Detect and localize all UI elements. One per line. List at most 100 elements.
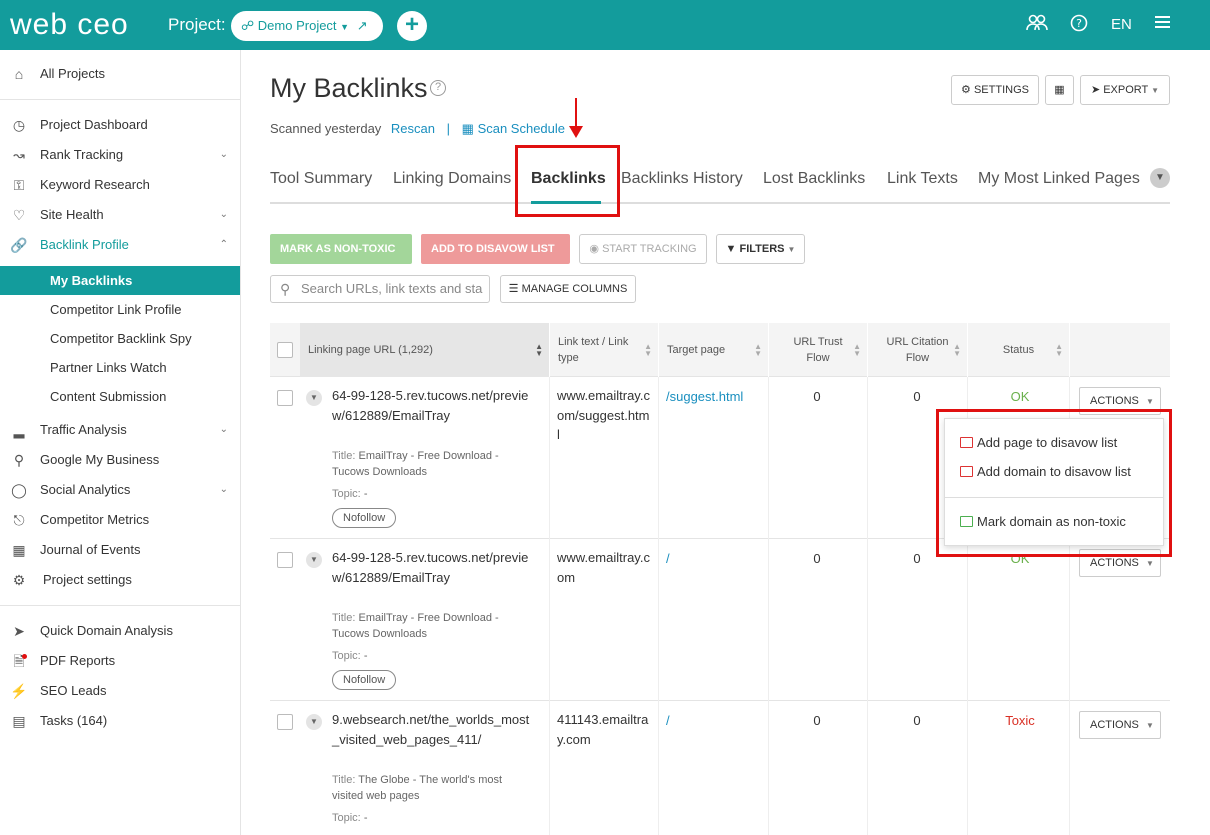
notification-dot [22, 654, 27, 659]
sidebar-item-project-settings[interactable]: ⚙ Project settings [0, 565, 240, 595]
add-to-disavow-button[interactable]: ADD TO DISAVOW LIST ▼ [421, 234, 570, 284]
actions-label: ACTIONS [1090, 557, 1139, 569]
citation-flow-value: 0 [913, 713, 921, 728]
users-icon[interactable] [1026, 14, 1048, 37]
mark-non-toxic-button[interactable]: MARK AS NON-TOXIC [270, 234, 412, 264]
topic-meta: Topic: - [332, 648, 522, 664]
column-header-status[interactable]: Status ▲ ▼ [968, 323, 1070, 377]
binoculars-icon: ⎋ [13, 512, 25, 528]
sidebar-item-all-projects[interactable]: ⌂ All Projects [0, 59, 240, 89]
chevron-down-icon: ⌄ [219, 149, 228, 160]
calendar-icon: ▦ [461, 121, 474, 136]
column-header-linking-page-url[interactable]: Linking page URL (1,292) ▲ ▼ [300, 323, 550, 377]
schedule-calendar-button[interactable]: ▦ [1045, 75, 1074, 105]
sidebar-item-traffic-analysis[interactable]: ▂ Traffic Analysis ⌄ [0, 415, 240, 445]
filters-button[interactable]: ▼ FILTERS ▼ [716, 234, 805, 264]
webceo-logo[interactable]: web ceo [10, 8, 129, 42]
sidebar-item-seo-leads[interactable]: ⚡ SEO Leads [0, 676, 240, 706]
sidebar-sub-partner-links-watch[interactable]: Partner Links Watch [0, 353, 240, 382]
manage-columns-label: MANAGE COLUMNS [521, 283, 628, 295]
annotation-box-dropdown [936, 409, 1172, 557]
sidebar-item-keyword-research[interactable]: ⚿ Keyword Research [0, 170, 240, 200]
status-badge: Toxic [1005, 713, 1035, 728]
page-title-meta: Title: The Globe - The world's most visi… [332, 772, 522, 804]
tab-my-most-linked-pages[interactable]: My Most Linked Pages [978, 170, 1140, 188]
column-header-trust-flow[interactable]: URL Trust Flow ▲ ▼ [769, 323, 868, 377]
settings-button[interactable]: ⚙ SETTINGS [951, 75, 1039, 105]
tasks-icon: ▤ [12, 713, 26, 729]
start-tracking-button[interactable]: ◉ START TRACKING [579, 234, 707, 264]
chevron-up-icon: ⌃ [219, 239, 228, 250]
target-page-link[interactable]: / [666, 551, 670, 566]
sidebar-sub-content-submission[interactable]: Content Submission [0, 382, 240, 411]
sidebar-item-site-health[interactable]: ♡ Site Health ⌄ [0, 200, 240, 230]
expand-row-chevron-icon[interactable]: ▼ [306, 714, 322, 730]
sidebar-item-label: Tasks (164) [40, 713, 108, 728]
sidebar-item-pdf-reports[interactable]: 🗎 PDF Reports [0, 646, 240, 676]
tabs-more-chevron-icon[interactable]: ▼ [1150, 168, 1170, 188]
linking-page-url[interactable]: 9.websearch.net/the_worlds_most_visited_… [332, 710, 532, 749]
sidebar-item-project-dashboard[interactable]: ◷ Project Dashboard [0, 110, 240, 140]
linking-page-url[interactable]: 64-99-128-5.rev.tucows.net/preview/61288… [332, 386, 532, 425]
sort-icon: ▲ ▼ [953, 342, 961, 358]
nofollow-badge: Nofollow [332, 670, 397, 690]
sidebar-item-social-analytics[interactable]: ◯ Social Analytics ⌄ [0, 475, 240, 505]
tab-linking-domains[interactable]: Linking Domains [393, 170, 511, 188]
sidebar-item-google-my-business[interactable]: ⚲ Google My Business [0, 445, 240, 475]
manage-columns-button[interactable]: ☰ MANAGE COLUMNS [500, 275, 636, 303]
column-header-link-text[interactable]: Link text / Link type ▲ ▼ [550, 323, 659, 377]
tab-link-texts[interactable]: Link Texts [887, 170, 958, 188]
actions-button[interactable]: ACTIONS ▼ [1079, 711, 1161, 739]
link-text: www.emailtray.com/suggest.html [557, 388, 650, 442]
annotation-arrow-head [569, 126, 583, 138]
topic-label: Topic: [332, 812, 361, 824]
language-selector[interactable]: EN [1111, 16, 1132, 33]
sidebar-divider [0, 99, 240, 100]
home-icon: ⌂ [14, 66, 24, 82]
trust-flow-value: 0 [813, 389, 821, 404]
tab-tool-summary[interactable]: Tool Summary [270, 170, 372, 188]
sidebar-item-backlink-profile[interactable]: 🔗 Backlink Profile ⌃ [0, 230, 240, 260]
column-header-target-page[interactable]: Target page ▲ ▼ [659, 323, 769, 377]
scan-schedule-link[interactable]: Scan Schedule [478, 121, 565, 136]
export-button[interactable]: ➤ EXPORT ▼ [1080, 75, 1170, 105]
select-all-checkbox[interactable] [277, 342, 293, 358]
sidebar-item-quick-domain-analysis[interactable]: ➤ Quick Domain Analysis [0, 616, 240, 646]
search-icon: ⚲ [280, 281, 291, 297]
sidebar-item-tasks[interactable]: ▤ Tasks (164) [0, 706, 240, 736]
column-header-citation-flow[interactable]: URL Citation Flow ▲ ▼ [868, 323, 968, 377]
sort-icon: ▲ ▼ [754, 342, 762, 358]
nofollow-badge: Nofollow [332, 508, 397, 528]
pdf-icon: 🗎 [10, 646, 28, 676]
expand-row-chevron-icon[interactable]: ▼ [306, 552, 322, 568]
project-selector[interactable]: ☍ Demo Project ▼ ↗ [231, 11, 383, 41]
key-icon: ⚿ [13, 177, 25, 193]
row-checkbox[interactable] [277, 552, 293, 568]
sidebar-item-rank-tracking[interactable]: ↝ Rank Tracking ⌄ [0, 140, 240, 170]
sidebar-item-competitor-metrics[interactable]: ⎋ Competitor Metrics [0, 505, 240, 535]
sidebar-item-label: PDF Reports [40, 653, 116, 668]
rescan-link[interactable]: Rescan [391, 121, 435, 136]
target-page-link[interactable]: / [666, 713, 670, 728]
sidebar-item-label: Quick Domain Analysis [40, 623, 173, 638]
sidebar-sub-competitor-backlink-spy[interactable]: Competitor Backlink Spy [0, 324, 240, 353]
search-input[interactable]: ⚲ Search URLs, link texts and sta [270, 275, 490, 303]
row-checkbox[interactable] [277, 714, 293, 730]
tab-lost-backlinks[interactable]: Lost Backlinks [763, 170, 865, 188]
sidebar-item-journal-of-events[interactable]: ▦ Journal of Events [0, 535, 240, 565]
row-checkbox[interactable] [277, 390, 293, 406]
caret-down-icon: ▼ [1145, 559, 1154, 568]
external-link-icon[interactable]: ↗ [357, 18, 368, 33]
target-page-link[interactable]: /suggest.html [666, 389, 743, 404]
expand-row-chevron-icon[interactable]: ▼ [306, 390, 322, 406]
tab-backlinks-history[interactable]: Backlinks History [621, 170, 743, 188]
sidebar-sub-competitor-link-profile[interactable]: Competitor Link Profile [0, 295, 240, 324]
cell-divider [549, 701, 550, 835]
sidebar-item-label: Project settings [43, 572, 132, 587]
sidebar-sub-my-backlinks[interactable]: My Backlinks [0, 266, 240, 295]
linking-page-url[interactable]: 64-99-128-5.rev.tucows.net/preview/61288… [332, 548, 532, 587]
help-icon[interactable]: ? [430, 80, 446, 96]
help-icon[interactable]: ? [1070, 14, 1088, 37]
add-project-button[interactable]: + [397, 11, 427, 41]
hamburger-menu-icon[interactable] [1155, 14, 1171, 35]
